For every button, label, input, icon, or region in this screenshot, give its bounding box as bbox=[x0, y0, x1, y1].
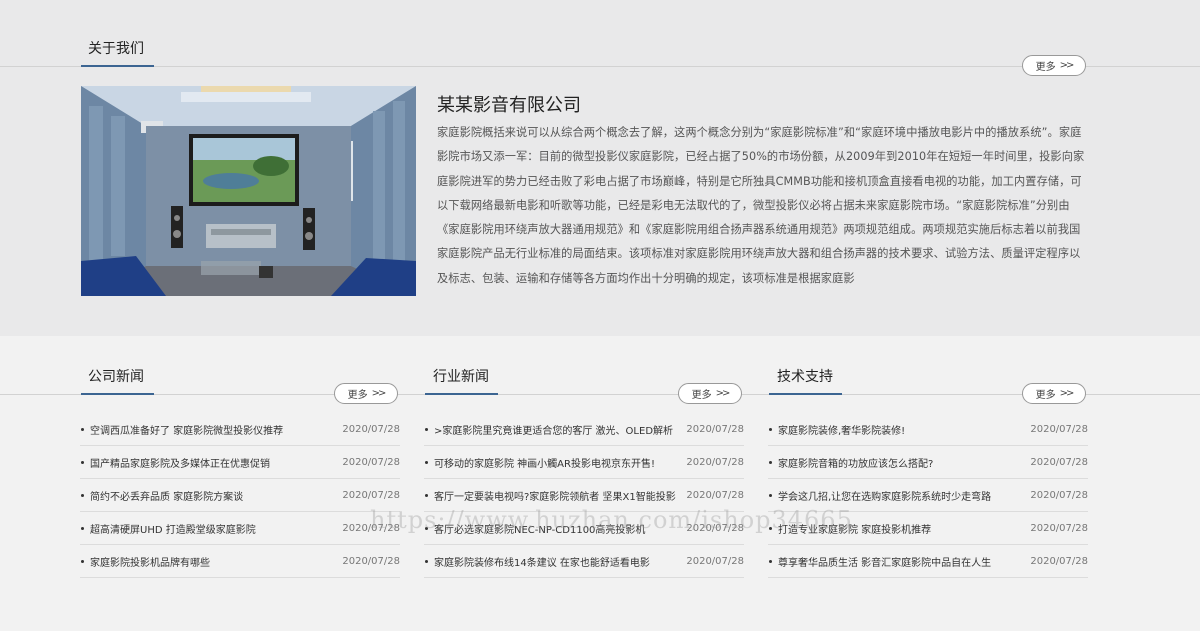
bullet-icon bbox=[81, 460, 84, 464]
double-chevron-right-icon: >> bbox=[371, 388, 387, 399]
home-theater-photo bbox=[81, 86, 416, 296]
company-description: 家庭影院概括来说可以从综合两个概念去了解，这两个概念分别为“家庭影院标准”和“家… bbox=[437, 126, 1085, 285]
company-name: 某某影音有限公司 bbox=[437, 95, 581, 116]
list-item[interactable]: 家庭影院装修布线14条建议 在家也能舒适看电影 2020/07/28 bbox=[424, 545, 744, 578]
list-item[interactable]: 空调西瓜准备好了 家庭影院微型投影仪推荐 2020/07/28 bbox=[80, 413, 400, 446]
list-item[interactable]: 打造专业家庭影院 家庭投影机推荐 2020/07/28 bbox=[768, 512, 1088, 545]
bullet-icon bbox=[769, 526, 772, 530]
company-news-title: 公司新闻 bbox=[88, 369, 144, 385]
about-section: 关于我们 更多 >> 某某影音有限公司 家庭影院概括来说可以从综合两个概念去了解… bbox=[0, 0, 1200, 336]
more-label: 更多 bbox=[691, 390, 712, 401]
double-chevron-right-icon: >> bbox=[1059, 388, 1075, 399]
double-chevron-right-icon: >> bbox=[715, 388, 731, 399]
news-title: 家庭影院投影机品牌有哪些 bbox=[90, 557, 210, 569]
about-title-underline bbox=[81, 65, 154, 67]
news-title: 家庭影院装修布线14条建议 在家也能舒适看电影 bbox=[434, 557, 650, 569]
news-date: 2020/07/28 bbox=[1030, 423, 1088, 435]
list-item[interactable]: 家庭影院音箱的功放应该怎么搭配? 2020/07/28 bbox=[768, 446, 1088, 479]
list-item[interactable]: 尊享奢华品质生活 影音汇家庭影院中品自在人生 2020/07/28 bbox=[768, 545, 1088, 578]
list-item[interactable]: 家庭影院投影机品牌有哪些 2020/07/28 bbox=[80, 545, 400, 578]
news-date: 2020/07/28 bbox=[342, 456, 400, 468]
list-item[interactable]: 家庭影院装修,奢华影院装修! 2020/07/28 bbox=[768, 413, 1088, 446]
news-date: 2020/07/28 bbox=[342, 555, 400, 567]
news-date: 2020/07/28 bbox=[1030, 489, 1088, 501]
news-date: 2020/07/28 bbox=[1030, 522, 1088, 534]
tech-support-underline bbox=[769, 393, 842, 395]
news-title: 可移动的家庭影院 神画小觸AR投影电视京东开售! bbox=[434, 458, 655, 470]
bullet-icon bbox=[425, 526, 428, 530]
industry-news-underline bbox=[425, 393, 498, 395]
bullet-icon bbox=[769, 427, 772, 431]
more-label: 更多 bbox=[1035, 62, 1056, 73]
more-label: 更多 bbox=[1035, 390, 1056, 401]
news-date: 2020/07/28 bbox=[686, 423, 744, 435]
news-date: 2020/07/28 bbox=[342, 489, 400, 501]
about-title: 关于我们 bbox=[88, 41, 144, 57]
bullet-icon bbox=[769, 460, 772, 464]
double-chevron-right-icon: >> bbox=[1059, 60, 1075, 71]
list-item[interactable]: 超高清硬屏UHD 打造殿堂级家庭影院 2020/07/28 bbox=[80, 512, 400, 545]
bullet-icon bbox=[81, 526, 84, 530]
company-news-underline bbox=[81, 393, 154, 395]
bullet-icon bbox=[81, 559, 84, 563]
news-title: 家庭影院音箱的功放应该怎么搭配? bbox=[778, 458, 934, 470]
bullet-icon bbox=[81, 493, 84, 497]
news-title: 简约不必丢弃品质 家庭影院方案谈 bbox=[90, 491, 244, 503]
bullet-icon bbox=[769, 493, 772, 497]
bullet-icon bbox=[425, 460, 428, 464]
list-item[interactable]: 客厅一定要装电视吗?家庭影院领航者 坚果X1智能投影 2020/07/28 bbox=[424, 479, 744, 512]
bullet-icon bbox=[81, 427, 84, 431]
news-title: 超高清硬屏UHD 打造殿堂级家庭影院 bbox=[90, 524, 256, 536]
news-title: 打造专业家庭影院 家庭投影机推荐 bbox=[778, 524, 932, 536]
news-title: >家庭影院里究竟谁更适合您的客厅 激光、OLED解析 bbox=[434, 425, 674, 437]
news-date: 2020/07/28 bbox=[1030, 456, 1088, 468]
news-date: 2020/07/28 bbox=[342, 522, 400, 534]
list-item[interactable]: 学会这几招,让您在选购家庭影院系统时少走弯路 2020/07/28 bbox=[768, 479, 1088, 512]
news-title: 空调西瓜准备好了 家庭影院微型投影仪推荐 bbox=[90, 425, 284, 437]
about-divider bbox=[0, 66, 1200, 67]
list-item[interactable]: 简约不必丢弃品质 家庭影院方案谈 2020/07/28 bbox=[80, 479, 400, 512]
news-title: 学会这几招,让您在选购家庭影院系统时少走弯路 bbox=[778, 491, 992, 503]
list-item[interactable]: 可移动的家庭影院 神画小觸AR投影电视京东开售! 2020/07/28 bbox=[424, 446, 744, 479]
list-item[interactable]: 客厅必选家庭影院NEC-NP-CD1100高亮投影机 2020/07/28 bbox=[424, 512, 744, 545]
more-label: 更多 bbox=[347, 390, 368, 401]
list-item[interactable]: 国产精品家庭影院及多媒体正在优惠促销 2020/07/28 bbox=[80, 446, 400, 479]
news-date: 2020/07/28 bbox=[342, 423, 400, 435]
company-news-more-button[interactable]: 更多 >> bbox=[334, 383, 398, 404]
tech-support-title: 技术支持 bbox=[777, 369, 833, 385]
news-date: 2020/07/28 bbox=[1030, 555, 1088, 567]
news-title: 客厅一定要装电视吗?家庭影院领航者 坚果X1智能投影 bbox=[434, 491, 676, 503]
news-date: 2020/07/28 bbox=[686, 555, 744, 567]
news-title: 国产精品家庭影院及多媒体正在优惠促销 bbox=[90, 458, 270, 470]
news-date: 2020/07/28 bbox=[686, 489, 744, 501]
list-item[interactable]: >家庭影院里究竟谁更适合您的客厅 激光、OLED解析 2020/07/28 bbox=[424, 413, 744, 446]
bullet-icon bbox=[769, 559, 772, 563]
news-date: 2020/07/28 bbox=[686, 456, 744, 468]
news-title: 家庭影院装修,奢华影院装修! bbox=[778, 425, 906, 437]
news-divider bbox=[0, 394, 1200, 395]
about-more-button[interactable]: 更多 >> bbox=[1022, 55, 1086, 76]
news-title: 尊享奢华品质生活 影音汇家庭影院中品自在人生 bbox=[778, 557, 992, 569]
industry-news-more-button[interactable]: 更多 >> bbox=[678, 383, 742, 404]
bullet-icon bbox=[425, 559, 428, 563]
bullet-icon bbox=[425, 493, 428, 497]
news-title: 客厅必选家庭影院NEC-NP-CD1100高亮投影机 bbox=[434, 524, 646, 536]
tech-support-more-button[interactable]: 更多 >> bbox=[1022, 383, 1086, 404]
bullet-icon bbox=[425, 427, 428, 431]
industry-news-title: 行业新闻 bbox=[433, 369, 489, 385]
news-date: 2020/07/28 bbox=[686, 522, 744, 534]
